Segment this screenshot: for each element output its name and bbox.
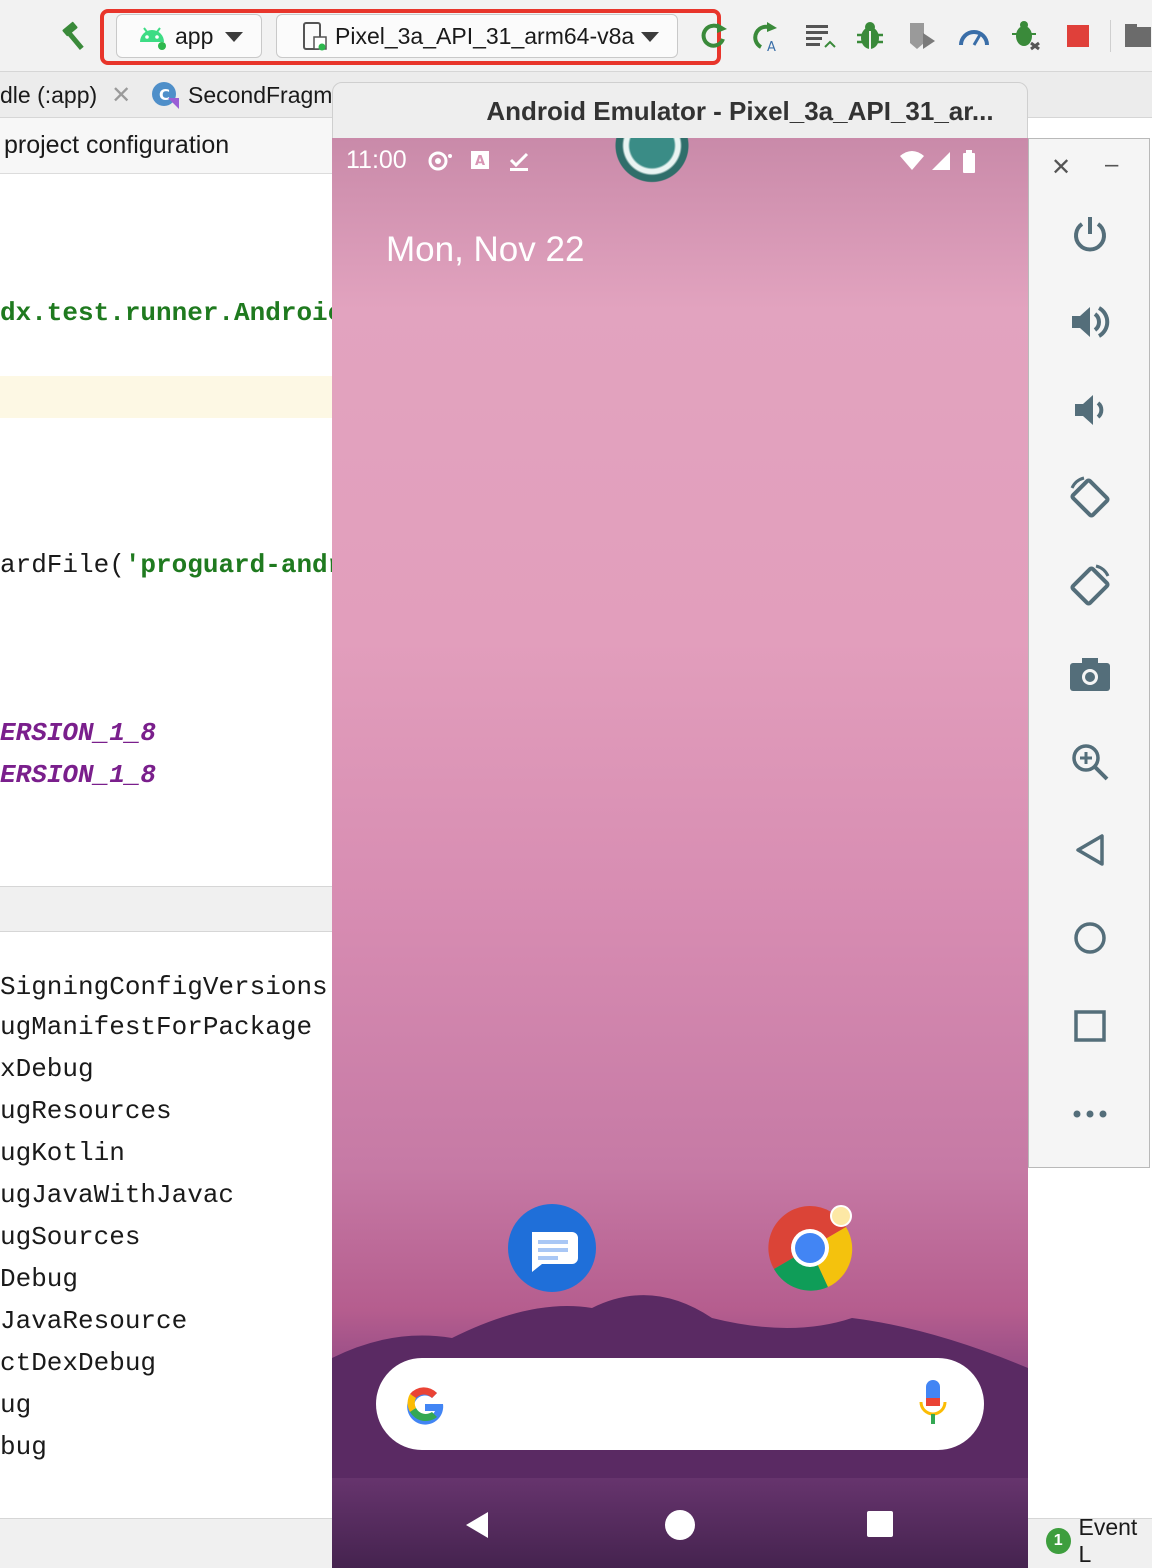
output-line: ugManifestForPackage xyxy=(0,1012,313,1042)
output-line: bug xyxy=(0,1432,47,1462)
back-icon[interactable] xyxy=(1063,823,1117,877)
output-line: xDebug xyxy=(0,1054,94,1084)
apply-code-changes-icon[interactable]: A xyxy=(748,18,784,54)
event-count-badge: 1 xyxy=(1046,1528,1071,1554)
nav-home-icon[interactable] xyxy=(665,1510,695,1540)
more-options-icon[interactable] xyxy=(1063,1087,1117,1141)
debug-bug-icon[interactable] xyxy=(852,18,888,54)
tab-label: dle (:app) xyxy=(0,81,98,108)
notification-a-icon: A xyxy=(470,150,490,176)
event-log-label: Event L xyxy=(1078,1514,1138,1567)
output-line: JavaResource xyxy=(0,1306,188,1336)
power-icon[interactable] xyxy=(1063,207,1117,261)
code-editor[interactable]: dx.test.runner.Androic ardFile('proguard… xyxy=(0,174,340,888)
cell-signal-icon xyxy=(930,150,952,178)
close-icon[interactable]: ✕ xyxy=(111,81,131,110)
emulator-title: Android Emulator - Pixel_3a_API_31_ar... xyxy=(486,95,994,126)
annotation-highlight-box xyxy=(100,9,721,65)
code-text: ardFile( xyxy=(0,550,125,580)
code-line: ardFile('proguard-andr xyxy=(0,550,340,580)
toolbar-divider xyxy=(1110,20,1111,52)
nav-back-icon[interactable] xyxy=(460,1508,494,1542)
output-line: ctDexDebug xyxy=(0,1348,157,1378)
google-g-icon[interactable] xyxy=(402,1380,448,1426)
output-line: ugKotlin xyxy=(0,1138,125,1168)
volume-up-icon[interactable] xyxy=(1063,295,1117,349)
code-line: dx.test.runner.Androic xyxy=(0,298,340,328)
microphone-icon[interactable] xyxy=(916,1378,950,1430)
output-line: ugResources xyxy=(0,1096,172,1126)
google-search-bar[interactable] xyxy=(376,1358,984,1450)
output-line: ug xyxy=(0,1390,32,1420)
build-hammer-icon[interactable] xyxy=(58,18,94,54)
project-structure-icon[interactable] xyxy=(1120,18,1152,54)
emulator-controls-panel: ✕ – xyxy=(1028,138,1150,1168)
svg-text:C: C xyxy=(159,86,170,104)
home-icon[interactable] xyxy=(1063,911,1117,965)
rotate-left-icon[interactable] xyxy=(1063,471,1117,525)
output-line: Debug xyxy=(0,1264,79,1294)
code-string: 'proguard-andr xyxy=(124,550,340,580)
output-line: ugJavaWithJavac xyxy=(0,1180,235,1210)
panel-splitter[interactable] xyxy=(0,886,340,932)
nav-recents-icon[interactable] xyxy=(867,1511,893,1537)
attach-debugger-icon[interactable] xyxy=(1008,18,1044,54)
emulator-screen[interactable]: 11:00 A Mon, Nov 22 xyxy=(332,138,1028,1568)
zoom-in-icon[interactable] xyxy=(1063,735,1117,789)
run-with-coverage-icon[interactable] xyxy=(904,18,940,54)
camera-screenshot-icon[interactable] xyxy=(1063,647,1117,701)
overview-icon[interactable] xyxy=(1063,999,1117,1053)
status-time: 11:00 xyxy=(346,146,407,174)
download-done-icon xyxy=(508,150,530,178)
camera-cutout xyxy=(610,138,694,184)
code-line: ERSION_1_8 xyxy=(0,760,157,790)
build-output: SigningConfigVersions ugManifestForPacka… xyxy=(0,932,340,1518)
event-log-button[interactable]: 1 Event L xyxy=(1046,1514,1152,1567)
sync-banner: project configuration xyxy=(0,118,340,174)
apply-changes-restart-icon[interactable] xyxy=(696,18,732,54)
stop-icon[interactable] xyxy=(1060,18,1096,54)
tab-build-gradle[interactable]: dle (:app) ✕ xyxy=(0,72,131,118)
data-saver-icon xyxy=(428,150,454,178)
rotate-right-icon[interactable] xyxy=(1063,559,1117,613)
android-nav-bar xyxy=(332,1468,1028,1568)
minimize-icon[interactable]: – xyxy=(1105,151,1118,179)
tab-second-fragment[interactable]: C SecondFragm xyxy=(150,72,332,118)
battery-icon xyxy=(962,150,976,180)
output-line: SigningConfigVersions xyxy=(0,972,328,1002)
home-date[interactable]: Mon, Nov 22 xyxy=(386,230,584,270)
output-line: ugSources xyxy=(0,1222,141,1252)
kotlin-class-icon: C xyxy=(150,80,180,110)
banner-text: project configuration xyxy=(4,131,230,159)
main-toolbar: app Pixel_3a_API_31_arm64-v8a A xyxy=(0,0,1152,72)
code-line: ERSION_1_8 xyxy=(0,718,157,748)
svg-text:A: A xyxy=(767,40,776,53)
wifi-icon xyxy=(898,150,926,178)
messages-app-icon[interactable] xyxy=(508,1204,596,1292)
ide-window: app Pixel_3a_API_31_arm64-v8a A dle (:ap… xyxy=(0,0,1152,1568)
tab-label: SecondFragm xyxy=(188,81,333,108)
attach-debugger-list-icon[interactable] xyxy=(802,18,838,54)
close-icon[interactable]: ✕ xyxy=(1051,153,1071,182)
svg-text:A: A xyxy=(475,154,485,169)
emulator-title-bar[interactable]: Android Emulator - Pixel_3a_API_31_ar... xyxy=(332,82,1028,140)
current-line-highlight xyxy=(0,376,340,418)
volume-down-icon[interactable] xyxy=(1063,383,1117,437)
profiler-gauge-icon[interactable] xyxy=(956,18,992,54)
chrome-app-icon[interactable] xyxy=(766,1204,854,1292)
